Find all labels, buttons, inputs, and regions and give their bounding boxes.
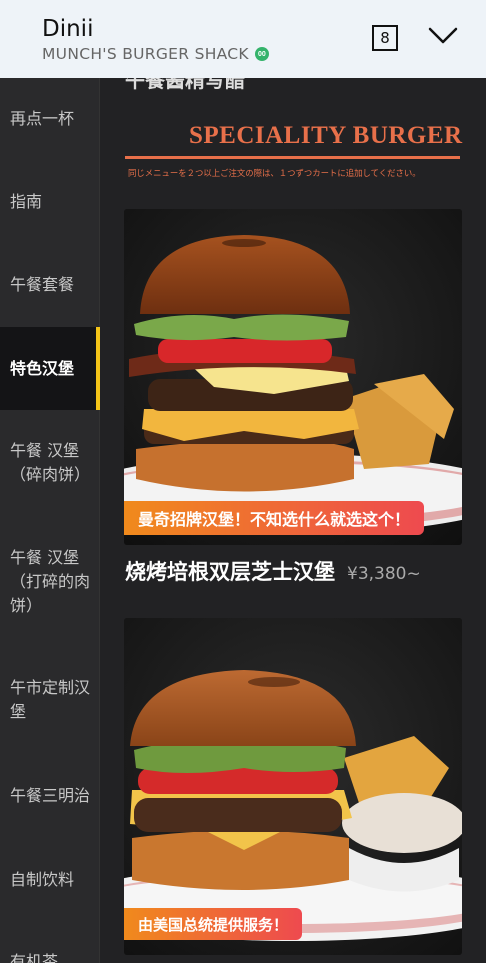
sidebar-item-lunch-set[interactable]: 午餐套餐 [0,273,100,297]
burger-photo [124,618,462,955]
section-note: 同じメニューを２つ以上ご注文の際は、１つずつカートに追加してください。 [128,168,421,178]
menu-item-card[interactable]: 由美国总统提供服务！ [124,618,462,955]
sidebar-item-lunch-burger-smashed[interactable]: 午餐 汉堡（打碎的肉饼） [0,546,100,618]
store-status-icon: 00 [254,47,269,61]
section-title: SPECIALITY BURGER [189,122,463,149]
sidebar-item-custom-burger[interactable]: 午市定制汉堡 [0,676,100,724]
chevron-down-icon[interactable] [428,26,458,46]
burger-photo [124,209,462,545]
previous-section-heading: 午餐酱精写醋 [125,78,245,92]
sidebar-item-reorder[interactable]: 再点一杯 [0,107,100,131]
sidebar-item-organic-tea[interactable]: 有机茶 [0,950,100,963]
sidebar-item-lunch-burger-minced[interactable]: 午餐 汉堡（碎肉饼） [0,439,100,487]
menu-content[interactable]: 午餐酱精写醋 SPECIALITY BURGER 同じメニューを２つ以上ご注文の… [100,78,486,963]
category-sidebar: 再点一杯 指南 午餐套餐 特色汉堡 午餐 汉堡（碎肉饼） 午餐 汉堡（打碎的肉饼… [0,78,100,963]
store-badge-text: 00 [257,50,266,58]
sidebar-item-label: 特色汉堡 [10,358,75,378]
promo-banner: 曼奇招牌汉堡！不知选什么就选这个！ [124,501,425,535]
menu-item-info[interactable]: 烧烤培根双层芝士汉堡 ¥3,380~ [125,556,421,586]
menu-item-card[interactable]: 曼奇招牌汉堡！不知选什么就选这个！ [124,209,462,545]
sidebar-item-house-drinks[interactable]: 自制饮料 [0,868,100,892]
menu-item-name: 烧烤培根双层芝士汉堡 [125,560,335,584]
sidebar-item-guide[interactable]: 指南 [0,190,100,214]
app-title: Dinii [42,16,94,42]
promo-banner: 由美国总统提供服务！ [124,908,303,940]
table-number-button[interactable]: 8 [372,25,398,51]
sidebar-item-speciality-burger[interactable]: 特色汉堡 [0,327,100,410]
sidebar-item-lunch-sandwich[interactable]: 午餐三明治 [0,784,100,808]
menu-item-price: ¥3,380~ [347,564,421,584]
app-header: Dinii MUNCH'S BURGER SHACK 00 8 [0,0,486,78]
section-divider [125,156,460,159]
store-row: MUNCH'S BURGER SHACK 00 [42,45,269,63]
store-name: MUNCH'S BURGER SHACK [42,45,249,63]
